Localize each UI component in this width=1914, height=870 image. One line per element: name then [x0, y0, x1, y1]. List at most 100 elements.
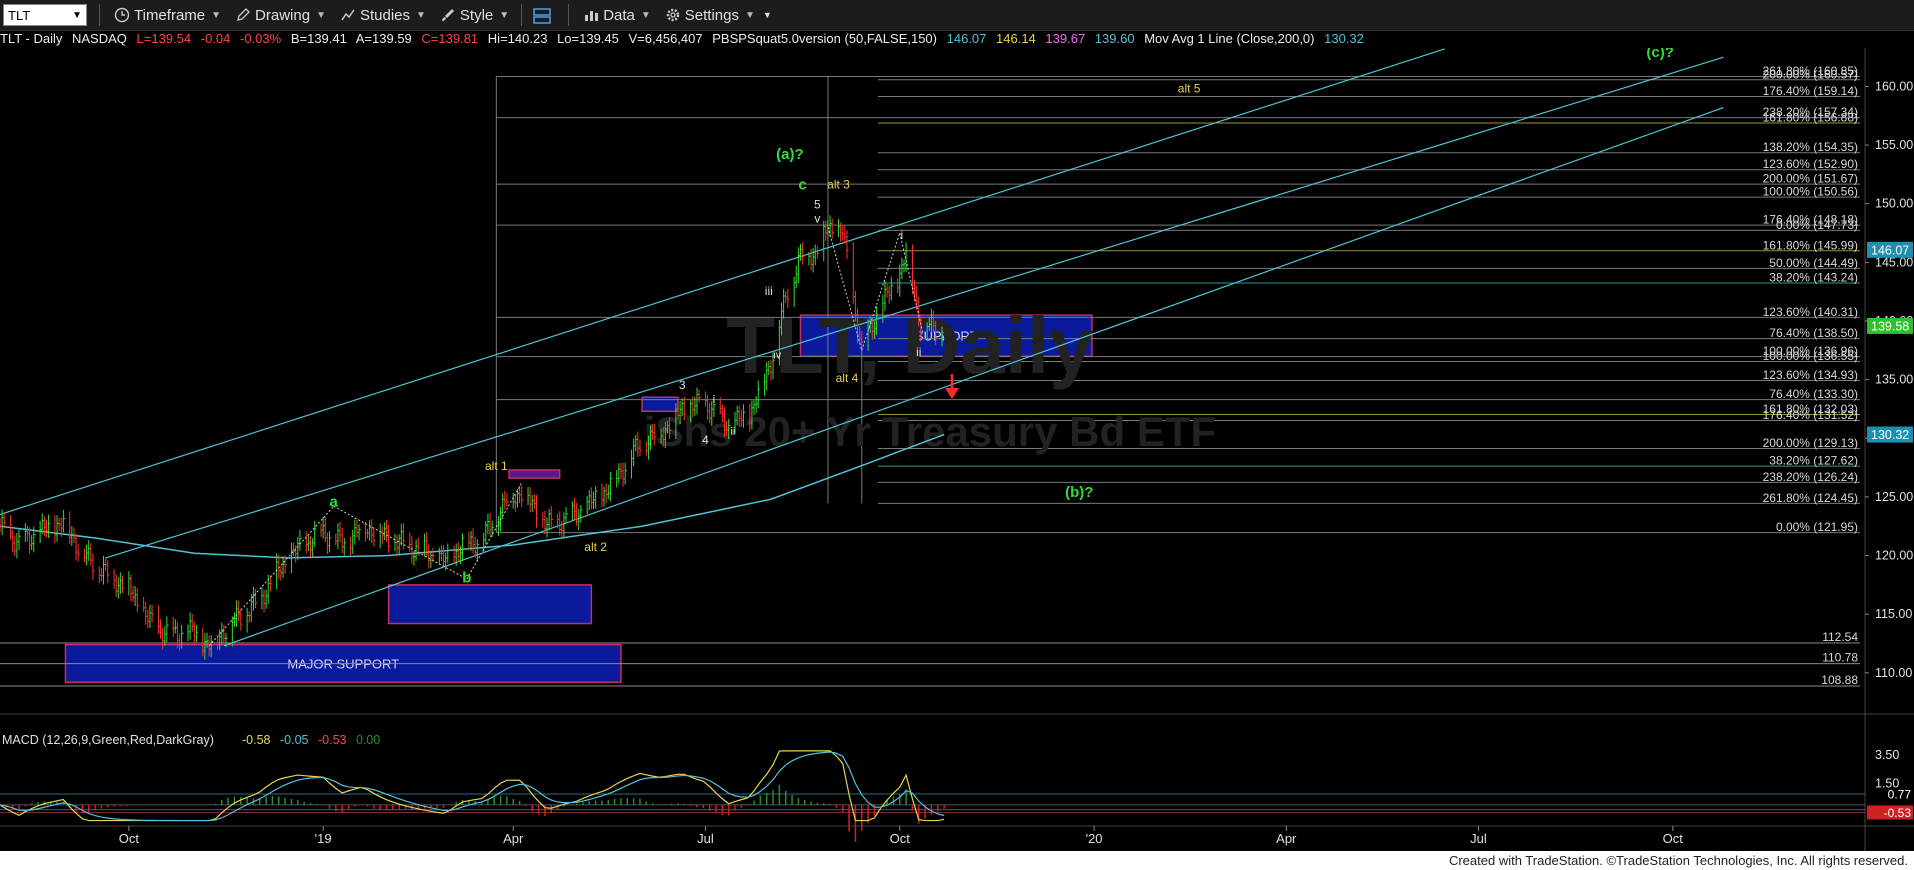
- fib-label: 161.80% (145.99): [1763, 238, 1858, 252]
- toolbar: TLT ▼ Timeframe ▼ Drawing ▼ Studies ▼ Style…: [0, 0, 1914, 31]
- wave-label: i: [713, 394, 715, 406]
- data-menu[interactable]: Data ▼: [583, 7, 651, 24]
- fib-label: 261.80% (124.45): [1763, 491, 1858, 505]
- info-change-pct: -0.03%: [240, 31, 282, 46]
- wave-label: iv: [773, 350, 781, 362]
- fib-label: 123.60% (140.31): [1763, 305, 1858, 319]
- footer-text: Created with TradeStation. ©TradeStation…: [1448, 853, 1908, 868]
- gear-icon: [665, 7, 681, 23]
- info-exchange: NASDAQ: [71, 31, 127, 46]
- wave-label: alt 2: [584, 540, 607, 554]
- time-tick-label: Apr: [1276, 831, 1297, 846]
- wave-label: 4: [702, 433, 709, 447]
- support-label: 112.54: [1822, 630, 1858, 644]
- last-price-label: 139.58: [1871, 319, 1909, 333]
- wave-label: (b)?: [1065, 484, 1093, 501]
- clock-icon: [114, 7, 130, 23]
- info-study1-v1: 146.07: [946, 31, 987, 46]
- fib-label: 200.00% (151.67): [1763, 172, 1858, 186]
- wave-label: 3: [679, 378, 686, 392]
- price-tick-label: 120.00: [1875, 549, 1913, 563]
- fib-label: 176.40% (159.14): [1763, 84, 1858, 98]
- wave-label: (a)?: [776, 146, 804, 163]
- macd-right-label: -0.53: [1884, 806, 1912, 820]
- fib-label: 200.00% (129.13): [1763, 436, 1858, 450]
- wave-path-line: [333, 505, 468, 580]
- toolbar-separator: [99, 4, 100, 26]
- channel-line: [223, 106, 1724, 647]
- wave-label: alt 1: [485, 459, 508, 473]
- chevron-down-icon: ▼: [72, 9, 82, 21]
- macd-value-3: -0.53: [318, 733, 347, 747]
- layout-button[interactable]: [532, 7, 556, 24]
- time-tick-label: Oct: [119, 831, 140, 846]
- info-change: -0.04: [200, 31, 231, 46]
- info-study1-v3: 139.67: [1045, 31, 1086, 46]
- symbol-info-bar: TLT - Daily NASDAQ L=139.54 -0.04 -0.03%…: [0, 31, 1914, 49]
- fib-label: 38.20% (143.24): [1769, 271, 1858, 285]
- time-tick-label: '20: [1086, 831, 1103, 846]
- support-label: 110.78: [1822, 651, 1858, 665]
- fib-label: 123.60% (134.93): [1763, 368, 1858, 382]
- info-low: Lo=139.45: [557, 31, 619, 46]
- price-tick-label: 135.00: [1875, 373, 1913, 387]
- last-price-label: 146.07: [1871, 243, 1909, 257]
- settings-menu[interactable]: Settings ▼: [665, 7, 755, 24]
- chevron-down-icon: ▼: [211, 9, 222, 21]
- fib-label: 50.00% (144.49): [1769, 256, 1858, 270]
- copyright-footer: Created with TradeStation. ©TradeStation…: [0, 851, 1914, 870]
- price-tick-label: 150.00: [1875, 197, 1913, 211]
- alt1-box: [508, 469, 561, 479]
- info-bid: B=139.41: [290, 31, 347, 46]
- b-support-box: [387, 584, 593, 625]
- settings-label: Settings: [684, 6, 739, 24]
- macd-value-4: 0.00: [356, 733, 380, 747]
- wave-label: v: [814, 211, 820, 225]
- time-axis[interactable]: Oct '19 Apr Jul Oct '20 Apr Jul Oct: [119, 826, 1684, 846]
- time-tick-label: Jul: [697, 831, 714, 846]
- studies-icon: [340, 7, 356, 23]
- price-tick-label: 110.00: [1875, 666, 1912, 680]
- symbol-input[interactable]: TLT ▼: [3, 4, 87, 26]
- studies-label: Studies: [359, 6, 411, 24]
- fib-label: 161.80% (156.88): [1763, 111, 1858, 125]
- chevron-down-icon: ▼: [640, 9, 651, 21]
- style-menu[interactable]: Style ▼: [440, 7, 509, 24]
- fib-label: 76.40% (138.50): [1769, 326, 1858, 340]
- wave-label: alt 3: [827, 177, 850, 191]
- info-last: L=139.54: [136, 31, 192, 46]
- chevron-down-icon: ▼: [499, 9, 510, 21]
- support-label: 108.88: [1821, 673, 1858, 687]
- toolbar-separator: [521, 4, 523, 26]
- price-tick-label: 160.00: [1875, 79, 1913, 93]
- price-tick-label: 115.00: [1875, 607, 1912, 621]
- toolbar-overflow-button[interactable]: ▼: [763, 10, 772, 20]
- brush-icon: [440, 7, 456, 23]
- fib-label: 123.60% (152.90): [1763, 157, 1858, 171]
- wave-label: c: [798, 177, 806, 194]
- drawing-menu[interactable]: Drawing ▼: [235, 7, 326, 24]
- price-chart[interactable]: SUPPORTMAJOR SUPPORT 261.80% (160.85)200…: [0, 48, 1914, 851]
- chevron-down-icon: ▼: [316, 9, 326, 21]
- macd-value-1: -0.58: [242, 733, 271, 747]
- fib-label: 176.40% (131.52): [1763, 408, 1858, 422]
- price-axis[interactable]: 110.00115.00120.00125.00130.00135.00140.…: [1865, 79, 1913, 680]
- wave-label: (c)?: [1646, 48, 1674, 61]
- wave-label: iii: [765, 284, 773, 298]
- time-tick-label: Apr: [503, 831, 524, 846]
- wave-label: ii: [916, 345, 921, 359]
- info-volume: V=6,456,407: [628, 31, 703, 46]
- data-label: Data: [603, 6, 635, 24]
- macd-tick-label: 3.50: [1875, 748, 1899, 762]
- macd-value-2: -0.05: [280, 733, 309, 747]
- drawing-label: Drawing: [255, 6, 311, 24]
- macd-right-label: 0.77: [1888, 787, 1912, 801]
- studies-menu[interactable]: Studies ▼: [340, 7, 426, 24]
- wave-label: ii: [730, 426, 735, 438]
- time-tick-label: Oct: [1663, 831, 1684, 846]
- time-tick-label: '19: [315, 831, 332, 846]
- fib-label: 238.20% (126.24): [1763, 470, 1858, 484]
- timeframe-menu[interactable]: Timeframe ▼: [114, 7, 221, 24]
- macd-panel: 3.501.500.77-0.34-0.53: [0, 748, 1913, 842]
- fib-label: 100.00% (136.55): [1763, 349, 1858, 363]
